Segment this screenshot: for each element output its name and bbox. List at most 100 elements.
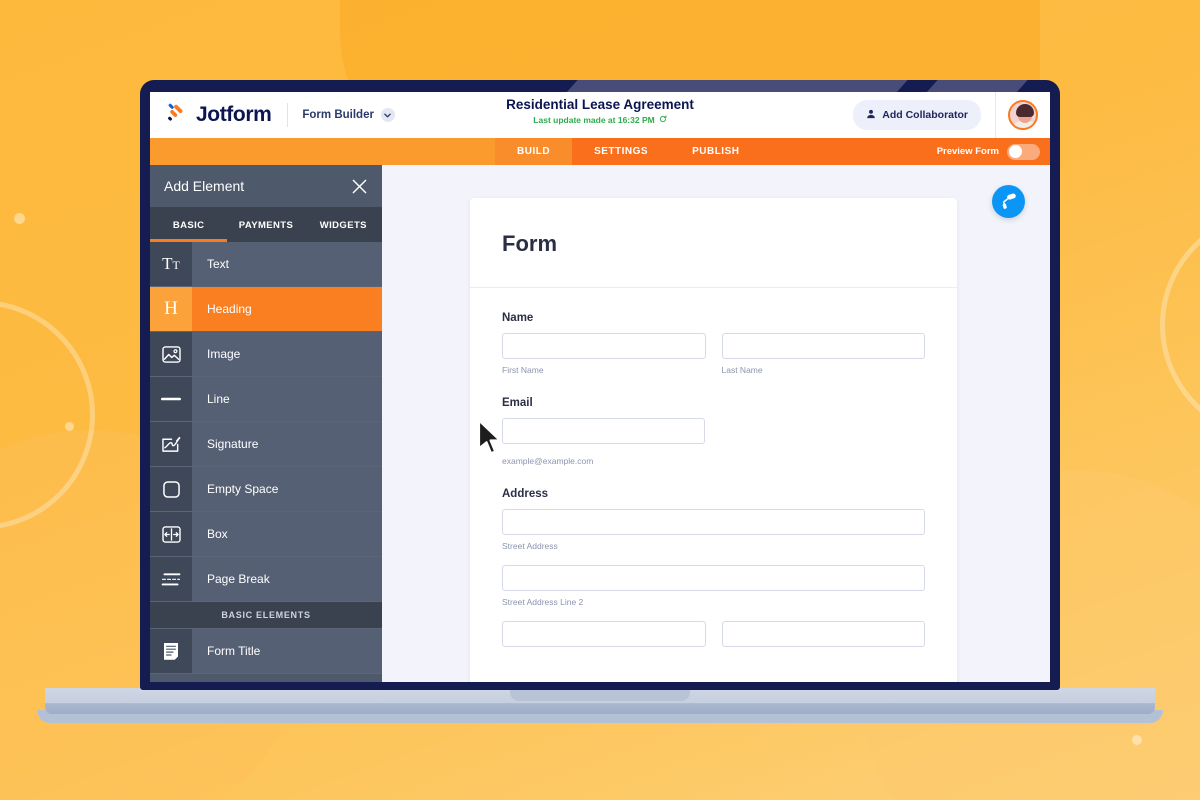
refresh-icon bbox=[659, 115, 667, 125]
toggle-knob bbox=[1008, 145, 1022, 158]
field-label: Address bbox=[502, 488, 549, 500]
sidebar-item-label: Heading bbox=[192, 287, 382, 331]
laptop-mockup: Jotform Form Builder Residential Lease A… bbox=[37, 80, 1163, 723]
sidebar-tab-basic-label: BASIC bbox=[172, 220, 205, 231]
tab-publish-label: PUBLISH bbox=[692, 146, 740, 157]
sidebar-item-image[interactable]: Image bbox=[150, 332, 382, 377]
sidebar-tab-basic[interactable]: BASIC bbox=[150, 207, 228, 242]
page-break-icon bbox=[150, 557, 192, 601]
chevron-down-icon bbox=[380, 108, 395, 122]
paint-roller-icon[interactable] bbox=[992, 185, 1025, 218]
sidebar-item-label: Empty Space bbox=[192, 467, 382, 511]
sidebar-item-label: Text bbox=[192, 242, 382, 286]
jotform-logo-icon bbox=[165, 102, 187, 129]
sidebar-item-text[interactable]: TT Text bbox=[150, 242, 382, 287]
box-icon bbox=[150, 512, 192, 556]
sidebar-item-signature[interactable]: Signature bbox=[150, 422, 382, 467]
tab-publish[interactable]: PUBLISH bbox=[670, 138, 761, 165]
heading-icon: H bbox=[150, 287, 192, 331]
sidebar-tabs: BASIC PAYMENTS WIDGETS bbox=[150, 207, 382, 242]
sidebar-item-form-title[interactable]: Form Title bbox=[150, 629, 382, 674]
image-icon bbox=[150, 332, 192, 376]
field-sublabel: First Name bbox=[502, 365, 544, 375]
form-canvas: Form Name First Name Last Name Email exa… bbox=[382, 165, 1050, 682]
sidebar-item-label: Box bbox=[192, 512, 382, 556]
app-topbar: Jotform Form Builder Residential Lease A… bbox=[150, 92, 1050, 138]
sidebar-item-heading[interactable]: H Heading bbox=[150, 287, 382, 332]
field-email[interactable]: Email example@example.com bbox=[502, 397, 925, 466]
sidebar-item-page-break[interactable]: Page Break bbox=[150, 557, 382, 602]
add-collaborator-label: Add Collaborator bbox=[882, 109, 968, 121]
field-col bbox=[721, 621, 925, 647]
avatar-hair bbox=[1016, 104, 1034, 117]
tab-build[interactable]: BUILD bbox=[495, 138, 573, 165]
sidebar-item-label: Signature bbox=[192, 422, 382, 466]
sidebar-tab-payments-label: PAYMENTS bbox=[238, 220, 294, 231]
sidebar-tab-widgets-label: WIDGETS bbox=[319, 220, 367, 231]
sidebar-item-label: Page Break bbox=[192, 557, 382, 601]
street-address-2-input[interactable] bbox=[502, 565, 925, 591]
close-icon[interactable] bbox=[351, 178, 368, 195]
field-name[interactable]: Name First Name Last Name bbox=[502, 312, 925, 375]
field-label: Name bbox=[502, 312, 534, 324]
last-update-text: Last update made at 16:32 PM bbox=[533, 115, 655, 125]
topbar-right: Add Collaborator bbox=[853, 92, 1050, 138]
sidebar-item-label: Image bbox=[192, 332, 382, 376]
sidebar-item-label: Form Title bbox=[192, 629, 382, 673]
sidebar-header: Add Element bbox=[150, 165, 382, 207]
product-menu[interactable]: Form Builder bbox=[302, 108, 395, 122]
street-address-input[interactable] bbox=[502, 509, 925, 535]
field-sublabel: Street Address bbox=[502, 541, 558, 551]
field-row bbox=[502, 621, 925, 647]
field-address[interactable]: Address Street Address Street Address Li… bbox=[502, 488, 925, 647]
field-sublabel: Last Name bbox=[721, 365, 763, 375]
product-menu-label: Form Builder bbox=[302, 109, 374, 121]
line-icon bbox=[150, 377, 192, 421]
field-col bbox=[502, 621, 706, 647]
form-preview-card: Form Name First Name Last Name Email exa… bbox=[470, 198, 957, 682]
add-element-sidebar: Add Element BASIC PAYMENTS WIDGETS TT Te… bbox=[150, 165, 382, 682]
form-header[interactable]: Form bbox=[470, 198, 957, 288]
preview-form-toggle[interactable] bbox=[1007, 143, 1040, 160]
sidebar-section-basic-elements: BASIC ELEMENTS bbox=[150, 602, 382, 629]
topbar-divider bbox=[287, 103, 289, 127]
last-name-input[interactable] bbox=[721, 333, 925, 359]
sidebar-item-empty-space[interactable]: Empty Space bbox=[150, 467, 382, 512]
add-collaborator-button[interactable]: Add Collaborator bbox=[853, 100, 981, 130]
navbar-right: Preview Form bbox=[937, 143, 1050, 160]
tab-build-label: BUILD bbox=[517, 146, 551, 157]
field-sublabel: example@example.com bbox=[502, 456, 594, 466]
person-icon bbox=[866, 106, 876, 124]
city-input[interactable] bbox=[502, 621, 706, 647]
field-row: First Name Last Name bbox=[502, 333, 925, 375]
sidebar-tab-widgets[interactable]: WIDGETS bbox=[305, 207, 382, 242]
state-input[interactable] bbox=[721, 621, 925, 647]
tab-settings[interactable]: SETTINGS bbox=[572, 138, 670, 165]
first-name-input[interactable] bbox=[502, 333, 706, 359]
background-dot bbox=[14, 213, 25, 224]
laptop-screen: Jotform Form Builder Residential Lease A… bbox=[150, 92, 1050, 682]
form-fields: Name First Name Last Name Email example@… bbox=[470, 288, 957, 647]
sidebar-item-box[interactable]: Box bbox=[150, 512, 382, 557]
background-dot bbox=[65, 422, 74, 431]
avatar[interactable] bbox=[1008, 100, 1038, 130]
tab-settings-label: SETTINGS bbox=[594, 146, 649, 157]
text-icon: TT bbox=[150, 242, 192, 286]
sidebar-tab-payments[interactable]: PAYMENTS bbox=[227, 207, 304, 242]
empty-space-icon bbox=[150, 467, 192, 511]
field-label: Email bbox=[502, 397, 533, 409]
laptop-lid: Jotform Form Builder Residential Lease A… bbox=[140, 80, 1060, 690]
field-col: First Name bbox=[502, 333, 706, 375]
brand[interactable]: Jotform bbox=[165, 102, 272, 129]
field-col: Last Name bbox=[721, 333, 925, 375]
sidebar-item-line[interactable]: Line bbox=[150, 377, 382, 422]
form-heading: Form bbox=[502, 231, 557, 256]
navbar-left-fill bbox=[150, 138, 495, 165]
app-body: Add Element BASIC PAYMENTS WIDGETS TT Te… bbox=[150, 165, 1050, 682]
signature-icon bbox=[150, 422, 192, 466]
field-sublabel: Street Address Line 2 bbox=[502, 597, 584, 607]
background-dot bbox=[1132, 735, 1142, 745]
form-title-icon bbox=[150, 629, 192, 673]
email-input[interactable] bbox=[502, 418, 705, 444]
main-navbar: BUILD SETTINGS PUBLISH Preview Form bbox=[150, 138, 1050, 165]
